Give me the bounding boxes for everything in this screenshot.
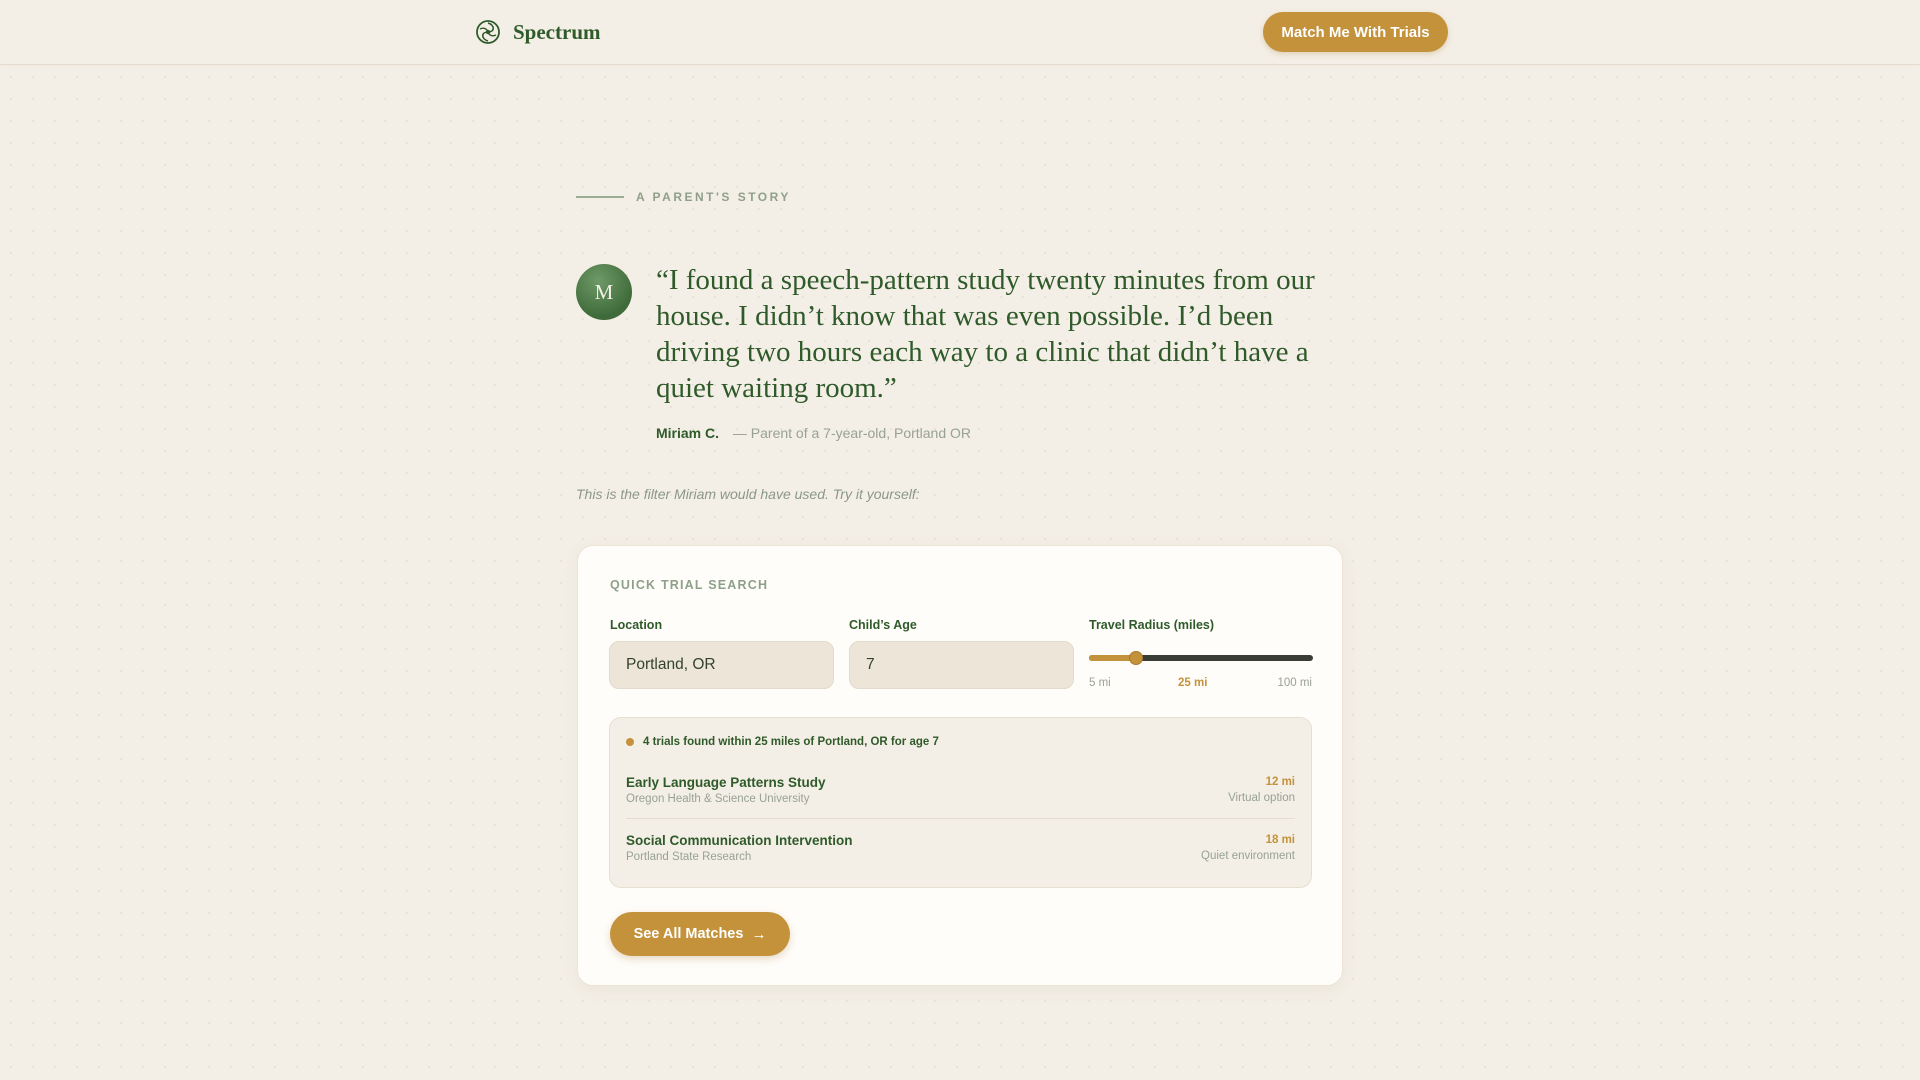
- brand[interactable]: Spectrum: [475, 19, 601, 45]
- author-name: Miriam C.: [656, 425, 720, 441]
- author-meta: — Parent of a 7-year-old, Portland OR: [732, 425, 972, 441]
- radius-min-label: 5 mi: [1089, 677, 1111, 689]
- child-age-label: Child’s Age: [849, 618, 917, 632]
- trial-title: Social Communication Intervention: [626, 833, 853, 848]
- brand-name: Spectrum: [513, 19, 601, 44]
- see-all-matches-button[interactable]: See All Matches →: [610, 912, 790, 956]
- child-age-input[interactable]: [849, 641, 1074, 689]
- filter-intro-note: This is the filter Miriam would have use…: [576, 486, 920, 502]
- trial-row[interactable]: Social Communication Intervention Portla…: [626, 818, 1295, 867]
- location-input[interactable]: [609, 641, 834, 689]
- status-dot-icon: [626, 738, 634, 746]
- trial-tag: Virtual option: [1228, 792, 1295, 804]
- section-eyebrow: A PARENT'S STORY: [576, 190, 791, 204]
- eyebrow-label: A PARENT'S STORY: [636, 190, 791, 204]
- top-navigation-bar: Spectrum Match Me With Trials: [0, 0, 1920, 65]
- travel-radius-label: Travel Radius (miles): [1089, 618, 1215, 632]
- testimonial-quote: “I found a speech-pattern study twenty m…: [656, 264, 1315, 404]
- avatar: M: [576, 264, 632, 320]
- trial-distance: 18 mi: [1265, 834, 1295, 846]
- testimonial-attribution: Miriam C. — Parent of a 7-year-old, Port…: [656, 425, 971, 441]
- trial-organization: Portland State Research: [626, 851, 752, 863]
- spectrum-swirl-icon: [476, 20, 500, 44]
- card-title: QUICK TRIAL SEARCH: [610, 578, 769, 592]
- see-all-matches-label: See All Matches: [633, 926, 744, 942]
- trial-distance: 12 mi: [1265, 776, 1295, 788]
- trial-organization: Oregon Health & Science University: [626, 793, 810, 805]
- trial-title: Early Language Patterns Study: [626, 775, 826, 790]
- radius-max-label: 100 mi: [1277, 677, 1312, 689]
- match-me-with-trials-button[interactable]: Match Me With Trials: [1263, 12, 1448, 52]
- radius-value-label: 25 mi: [1178, 677, 1208, 689]
- quick-trial-search-card: QUICK TRIAL SEARCH Location Child’s Age …: [577, 545, 1343, 986]
- arrow-right-icon: →: [751, 925, 767, 943]
- results-summary: 4 trials found within 25 miles of Portla…: [626, 736, 939, 748]
- trial-row[interactable]: Early Language Patterns Study Oregon Hea…: [626, 768, 1295, 816]
- travel-radius-slider[interactable]: [1089, 651, 1313, 665]
- results-summary-text: 4 trials found within 25 miles of Portla…: [643, 736, 939, 748]
- location-label: Location: [610, 618, 663, 632]
- trial-tag: Quiet environment: [1201, 850, 1295, 862]
- results-panel: 4 trials found within 25 miles of Portla…: [609, 717, 1312, 888]
- slider-thumb[interactable]: [1129, 651, 1144, 665]
- eyebrow-divider: [576, 196, 624, 198]
